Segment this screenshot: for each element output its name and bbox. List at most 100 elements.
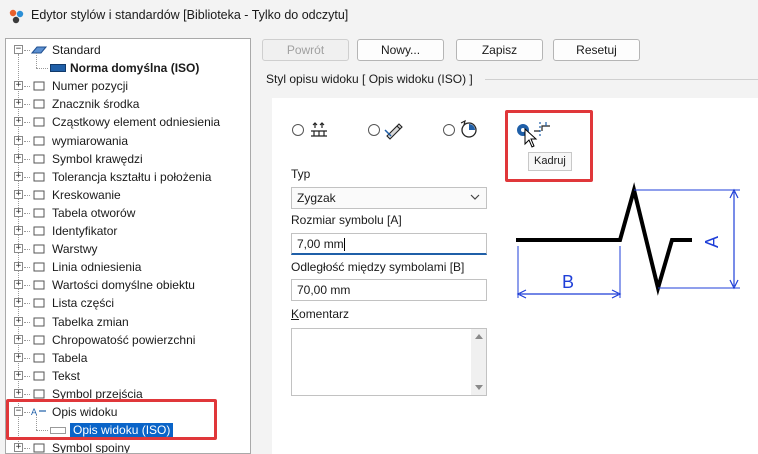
tree-item-label: Wartości domyślne obiektu: [52, 278, 195, 293]
expand-icon[interactable]: +: [14, 298, 23, 308]
scroll-up-icon[interactable]: [475, 334, 483, 339]
revision-table-icon: [31, 315, 47, 329]
highlight-box-break-option: [505, 110, 593, 182]
new-button[interactable]: Nowy...: [357, 39, 444, 61]
tree-item[interactable]: + Tabela otworów: [6, 204, 250, 222]
tree-item[interactable]: + Numer pozycji: [6, 77, 250, 95]
comment-textarea[interactable]: [291, 328, 487, 396]
expand-icon[interactable]: +: [14, 135, 23, 145]
highlight-box-view-annotation: [6, 399, 217, 440]
type-label: Typ: [291, 167, 311, 181]
expand-icon[interactable]: +: [14, 443, 23, 453]
edge-symbol-icon: [31, 152, 47, 166]
tree-guide-line: [24, 104, 30, 106]
tree-item[interactable]: + Chropowatość powierzchni: [6, 331, 250, 349]
expand-icon[interactable]: +: [14, 189, 23, 199]
expand-icon[interactable]: +: [14, 280, 23, 290]
expand-icon[interactable]: +: [14, 99, 23, 109]
window-title: Edytor stylów i standardów [Biblioteka -…: [31, 8, 349, 22]
zigzag-line: [516, 182, 692, 296]
expand-icon[interactable]: +: [14, 334, 23, 344]
save-button[interactable]: Zapisz: [456, 39, 543, 61]
expand-icon[interactable]: +: [14, 244, 23, 254]
expand-icon[interactable]: +: [14, 370, 23, 380]
table-icon: [31, 351, 47, 365]
option-radio-view-label[interactable]: [292, 124, 304, 136]
tree-guide-line: [24, 86, 30, 88]
tree-item[interactable]: − Standard: [6, 41, 250, 59]
title-bar: Edytor stylów i standardów [Biblioteka -…: [0, 0, 758, 32]
tree-item[interactable]: + Cząstkowy element odniesienia: [6, 113, 250, 131]
option-radio-detail-label[interactable]: [368, 124, 380, 136]
tree-item[interactable]: + wymiarowania: [6, 132, 250, 150]
collapse-icon[interactable]: −: [14, 45, 23, 54]
preview-label-b: B: [562, 272, 574, 292]
tree-item[interactable]: + Tabelka zmian: [6, 313, 250, 331]
datum-target-icon: [31, 115, 47, 129]
tree-item[interactable]: + Tabela: [6, 349, 250, 367]
expand-icon[interactable]: +: [14, 388, 23, 398]
expand-icon[interactable]: +: [14, 81, 23, 91]
tree-guide-line: [24, 122, 30, 124]
rotation-option-icon: [460, 119, 477, 138]
tree-item[interactable]: + Kreskowanie: [6, 186, 250, 204]
comment-label: Komentarz: [291, 307, 349, 321]
tree-child-item[interactable]: Norma domyślna (ISO): [6, 53, 250, 77]
text-caret: [343, 238, 345, 252]
standard-icon: [30, 43, 48, 57]
expand-icon[interactable]: +: [14, 117, 23, 127]
tree-guide-line: [24, 321, 30, 323]
expand-icon[interactable]: +: [14, 262, 23, 272]
expand-icon[interactable]: +: [14, 226, 23, 235]
tree-item-label: Kreskowanie: [52, 187, 121, 202]
symbol-spacing-input[interactable]: 70,00 mm: [291, 279, 487, 301]
tree-guide-line: [24, 176, 30, 178]
tree-item[interactable]: + Symbol krawędzi: [6, 150, 250, 168]
tree-item[interactable]: + Tolerancja kształtu i położenia: [6, 168, 250, 186]
tree-item-label: Symbol krawędzi: [52, 151, 143, 166]
symbol-size-input[interactable]: 7,00 mm: [291, 233, 487, 255]
tree-item[interactable]: + Lista części: [6, 294, 250, 312]
tree-guide-line: [24, 375, 30, 377]
norm-icon: [50, 64, 66, 73]
view-label-option-icon: [311, 122, 327, 137]
option-radio-rotation[interactable]: [443, 124, 455, 136]
tree-item-label: Standard: [52, 43, 101, 57]
back-button[interactable]: Powrót: [262, 39, 349, 61]
tree-item-label: Znacznik środka: [52, 97, 140, 112]
expand-icon[interactable]: +: [14, 207, 23, 217]
tree-item[interactable]: + Linia odniesienia: [6, 258, 250, 276]
tree-item[interactable]: + Identyfikator: [6, 222, 250, 240]
expand-icon[interactable]: +: [14, 316, 23, 326]
tree-item[interactable]: + Tekst: [6, 367, 250, 385]
tree-item[interactable]: + Symbol spoiny: [6, 439, 250, 453]
text-icon: [31, 369, 47, 383]
preview-label-a: A: [702, 236, 722, 248]
tree-item[interactable]: + Warstwy: [6, 240, 250, 258]
tree-guide-line: [24, 448, 30, 450]
tree-guide-line: [24, 357, 30, 359]
tree-item[interactable]: + Znacznik środka: [6, 95, 250, 113]
tree-item-label: Tabelka zmian: [52, 314, 129, 329]
tree-item-label: wymiarowania: [52, 133, 129, 148]
comment-scrollbar[interactable]: [471, 329, 486, 395]
tree-guide-line: [24, 285, 30, 287]
app-logo-icon: [9, 9, 24, 24]
tree-item[interactable]: + Wartości domyślne obiektu: [6, 276, 250, 294]
surface-texture-icon: [31, 333, 47, 347]
expand-icon[interactable]: +: [14, 171, 23, 181]
hatch-icon: [31, 188, 47, 202]
hole-table-icon: [31, 206, 47, 220]
style-tree[interactable]: − Standard Norma domyślna (ISO) + Numer pozy…: [5, 38, 251, 454]
expand-icon[interactable]: +: [14, 352, 23, 362]
tree-guide-line: [24, 212, 30, 214]
tree-guide-line: [24, 339, 30, 341]
type-select[interactable]: Zygzak: [291, 187, 487, 209]
tree-item-label: Tolerancja kształtu i położenia: [52, 169, 212, 184]
comment-label-accesskey: K: [291, 307, 300, 321]
reset-button[interactable]: Resetuj: [553, 39, 640, 61]
scroll-down-icon[interactable]: [475, 385, 483, 390]
expand-icon[interactable]: +: [14, 153, 23, 163]
tree-item-label: Warstwy: [52, 242, 98, 257]
tree-guide-line: [36, 68, 48, 70]
